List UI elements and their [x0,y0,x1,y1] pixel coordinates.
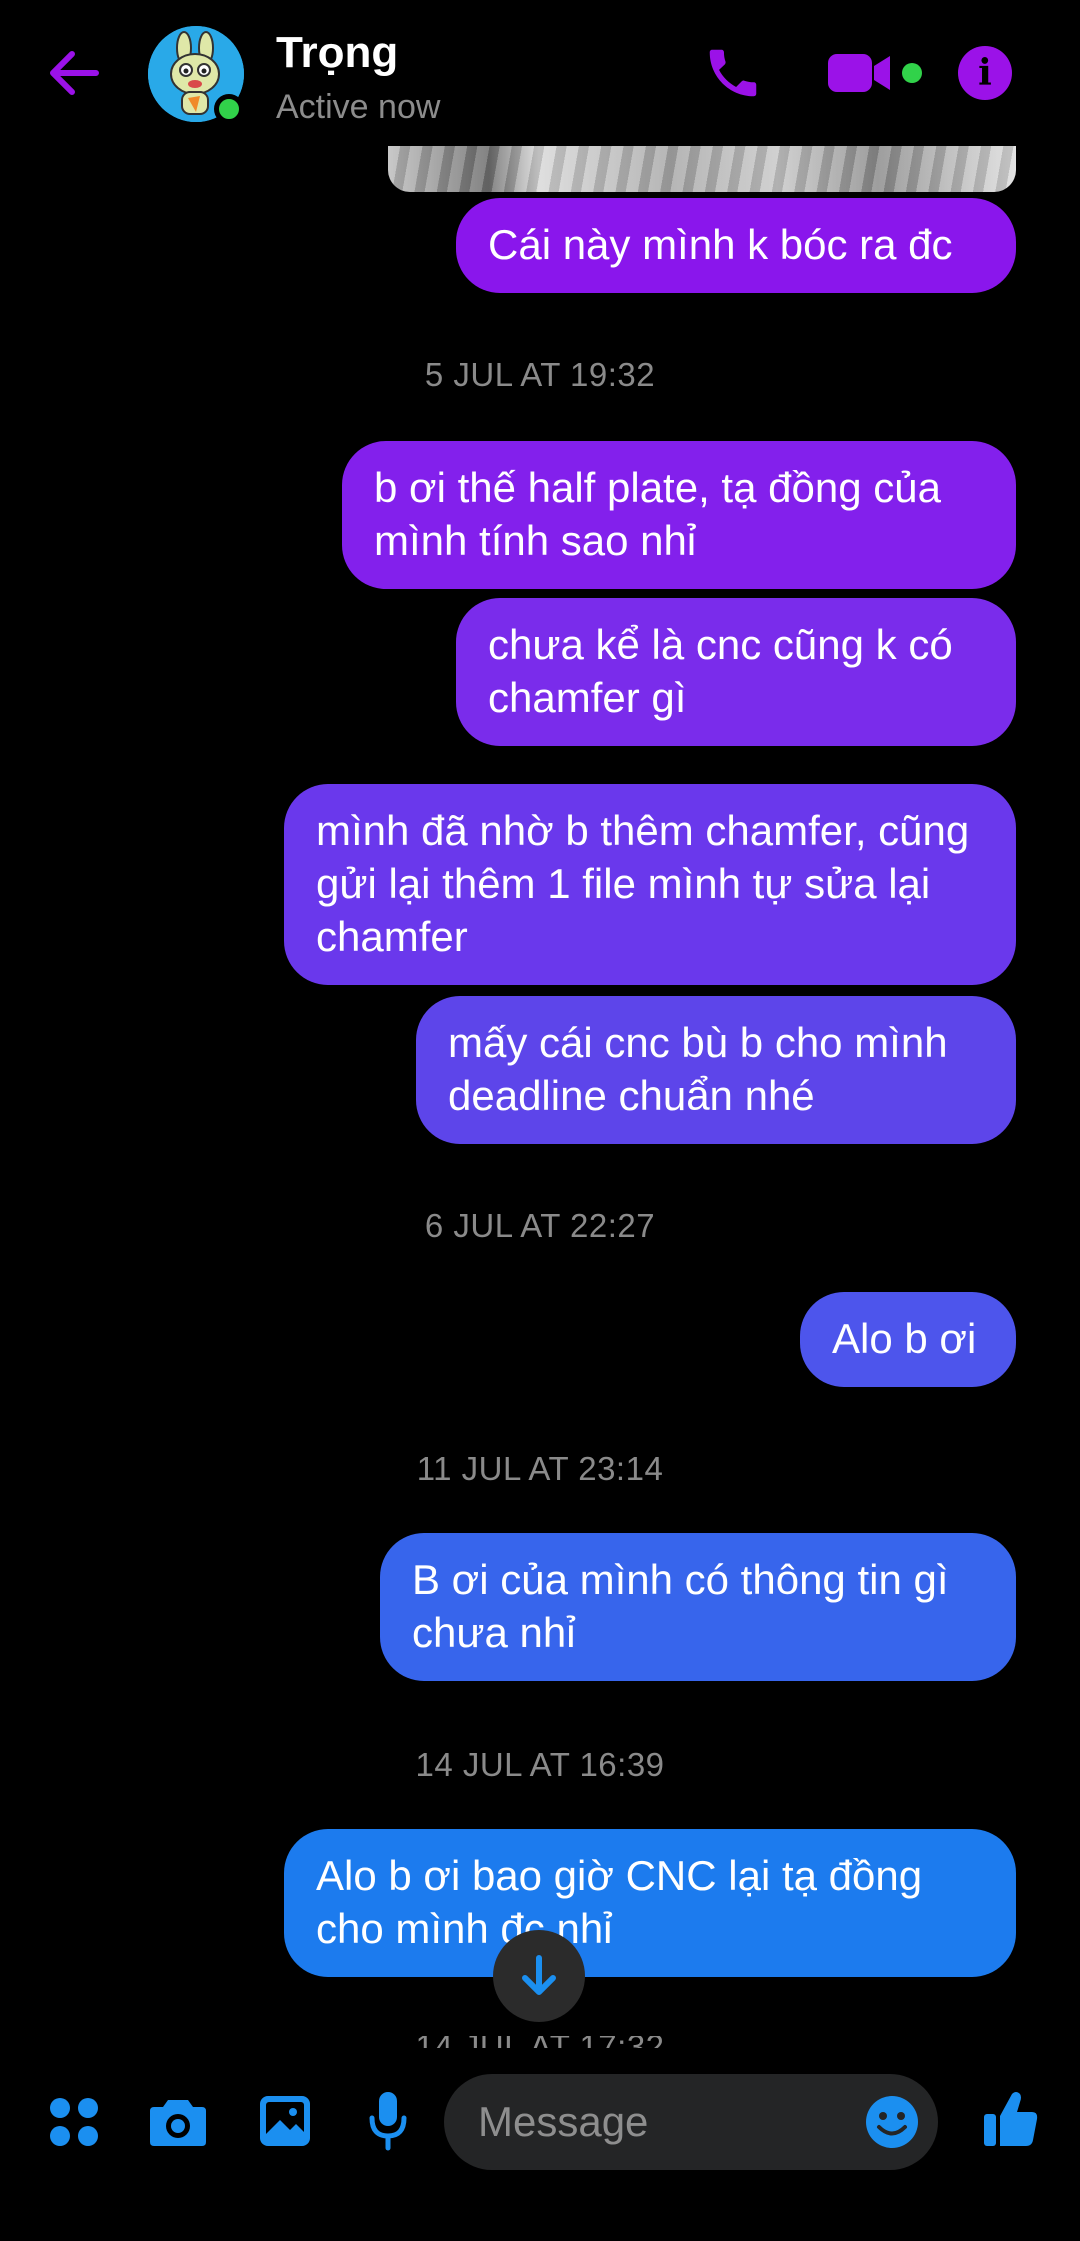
chat-screen: Cái này mình k bóc ra đc 5 JUL AT 19:32 … [0,0,1080,2241]
voice-message-button[interactable] [368,2090,408,2152]
back-button[interactable] [42,40,108,106]
thumbs-up-icon [984,2092,1038,2146]
smiley-icon [866,2096,918,2148]
timestamp-divider: 6 JUL AT 22:27 [424,1207,656,1244]
video-active-indicator [902,63,922,83]
message-bubble[interactable]: mấy cái cnc bù b cho mình deadline chuẩn… [416,996,1016,1144]
gallery-button[interactable] [258,2094,312,2148]
message-bubble[interactable]: B ơi của mình có thông tin gì chưa nhỉ [380,1533,1016,1681]
message-bubble[interactable]: Cái này mình k bóc ra đc [456,198,1016,293]
message-bubble[interactable]: chưa kể là cnc cũng k có chamfer gì [456,598,1016,746]
composer-bar [0,2050,1080,2241]
arrow-down-icon [522,1955,556,1995]
microphone-icon [369,2092,407,2151]
contact-name[interactable]: Trọng [276,28,398,78]
timestamp-divider: 14 JUL AT 16:39 [415,1746,665,1783]
online-indicator [214,94,244,124]
like-button[interactable] [982,2088,1040,2150]
image-icon [260,2096,310,2146]
timestamp-divider: 11 JUL AT 23:14 [416,1450,664,1487]
video-camera-icon [828,54,890,92]
timestamp-divider: 14 JUL AT 17:32 [0,2036,1080,2048]
camera-icon [150,2100,206,2146]
info-button[interactable]: i [958,46,1012,100]
message-bubble[interactable]: b ơi thế half plate, tạ đồng của mình tí… [342,441,1016,589]
menu-button[interactable] [48,2096,100,2148]
four-dots-icon [50,2098,98,2146]
info-icon: i [978,52,992,94]
message-bubble[interactable]: Alo b ơi [800,1292,1016,1387]
camera-button[interactable] [148,2094,208,2148]
chat-header: Trọng Active now i [0,0,1080,146]
phone-icon [709,49,757,97]
timestamp-divider: 5 JUL AT 19:32 [424,356,656,393]
arrow-left-icon [50,51,99,95]
scroll-to-bottom-button[interactable] [493,1930,585,2022]
message-bubble[interactable]: Alo b ơi bao giờ CNC lại tạ đồng cho mìn… [284,1829,1016,1977]
emoji-button[interactable] [864,2094,920,2150]
video-call-button[interactable] [826,50,894,96]
contact-status: Active now [276,88,441,126]
voice-call-button[interactable] [702,42,764,104]
message-bubble[interactable]: mình đã nhờ b thêm chamfer, cũng gửi lại… [284,784,1016,985]
image-attachment[interactable] [388,146,1016,192]
